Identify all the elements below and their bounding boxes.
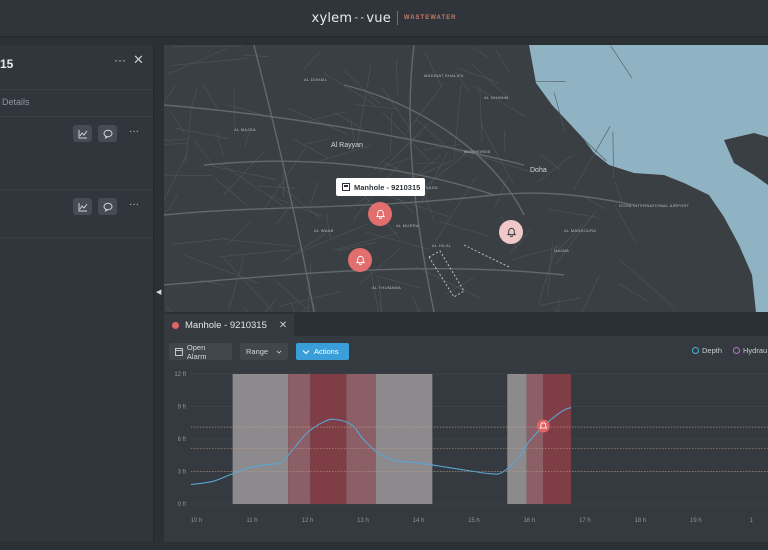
asset-detail-panel: 15 ··· ✕ Details ··· ··· [0, 45, 154, 542]
map-label: AL MANSOURA [564, 228, 597, 233]
header-gap [0, 37, 768, 45]
tab-manhole[interactable]: Manhole - 9210315 ✕ [164, 314, 294, 336]
panel-tabs: Details [0, 90, 153, 117]
alarm-band [346, 374, 376, 504]
y-tick-label: 6 ft [178, 437, 187, 443]
top-bar: xylem⌃⌃vue WASTEWATER [0, 0, 768, 37]
map-label: AL DUHAIL [304, 77, 328, 82]
tooltip-label: Manhole - 9210315 [354, 182, 421, 192]
ellipsis-icon[interactable]: ··· [129, 199, 139, 210]
map-tooltip: Manhole - 9210315 [336, 178, 425, 196]
x-tick-label: 12 h [302, 518, 314, 524]
ellipsis-icon[interactable]: ··· [129, 126, 139, 137]
chart-button[interactable] [73, 198, 92, 215]
map-label: MADINAT KHALIFA [424, 73, 464, 78]
tab-details[interactable]: Details [2, 97, 30, 107]
alarm-band [543, 374, 572, 504]
alarm-band [526, 374, 544, 504]
alarm-pin[interactable] [368, 202, 392, 226]
y-tick-label: 9 ft [178, 405, 187, 411]
brand-name: xylem⌃⌃vue [311, 10, 391, 26]
map-label: Al Rayyan [331, 142, 363, 149]
x-tick-label: 15 h [468, 518, 480, 524]
alarm-band [375, 374, 433, 504]
chart-panel: Open Alarm Range Actions Depth Hydrau 0 … [164, 336, 768, 542]
alarm-pin[interactable] [499, 220, 523, 244]
chart-button[interactable] [73, 125, 92, 142]
map-base-layer [164, 45, 768, 312]
x-tick-label: 16 h [524, 518, 536, 524]
x-tick-label: 10 h [191, 518, 203, 524]
sea-area [529, 45, 768, 312]
brand-mark-icon: ⌃⌃ [353, 15, 366, 24]
x-tick-label: 17 h [579, 518, 591, 524]
collapse-left-icon[interactable]: ◀ [156, 288, 161, 296]
alarm-band [288, 374, 311, 504]
comment-icon [103, 129, 112, 139]
bell-icon [355, 255, 365, 265]
map-label: Doha [530, 167, 547, 174]
sensor-card: ··· [0, 117, 153, 190]
map-view[interactable]: Al Rayyan Doha AL MAJDA AL SADD AL HILAL MUSH… [164, 45, 768, 312]
map-label: MUSHEIREB [464, 149, 491, 154]
x-tick-label: 14 h [413, 518, 425, 524]
alarm-band [232, 374, 289, 504]
alarm-band [310, 374, 347, 504]
island [542, 125, 566, 153]
sensor-card: ··· [0, 190, 153, 238]
x-tick-label: 13 h [357, 518, 369, 524]
y-tick-label: 12 ft [174, 372, 186, 378]
brand-divider [396, 11, 398, 25]
map-label: AL MAJDA [234, 127, 256, 132]
bell-icon [506, 227, 516, 237]
x-tick-label: 19 h [690, 518, 702, 524]
bell-icon [375, 209, 385, 219]
footer-strip [0, 542, 768, 550]
comment-icon [103, 202, 112, 212]
manhole-icon [342, 183, 350, 191]
alarm-pin[interactable] [348, 248, 372, 272]
alarm-marker-circle [536, 419, 550, 433]
panel-header: 15 ··· ✕ [0, 45, 153, 90]
status-dot [172, 321, 179, 329]
y-tick-label: 0 ft [178, 502, 187, 508]
line-chart-icon [78, 202, 87, 211]
map-label: AL WAAB [314, 228, 334, 233]
map-label: AL HILAL [432, 243, 452, 248]
depth-chart[interactable]: 0 ft 3 ft 6 ft 9 ft 12 ft 10 h 11 h 12 h 13 h 14 … [164, 336, 768, 542]
map-label: AL THUMAMA [372, 285, 402, 290]
x-tick-label: 11 h [246, 518, 257, 524]
close-icon[interactable]: ✕ [279, 320, 287, 331]
ellipsis-icon[interactable]: ··· [114, 53, 126, 67]
x-tick-label: 18 h [635, 518, 647, 524]
map-label: AL MURRA [396, 223, 419, 228]
tab-label: Manhole - 9210315 [185, 319, 267, 331]
bell-icon [536, 419, 550, 433]
alarm-band [507, 374, 527, 504]
panel-title: 15 [0, 57, 14, 71]
comment-button[interactable] [98, 198, 117, 215]
y-tick-label: 3 ft [178, 470, 187, 476]
brand-logo: xylem⌃⌃vue WASTEWATER [312, 11, 457, 26]
x-tick-label: 1 [750, 518, 754, 524]
district-boundary [428, 244, 510, 298]
asset-tab-bar: Manhole - 9210315 ✕ [164, 312, 768, 336]
comment-button[interactable] [98, 125, 117, 142]
map-label: DOHA INTERNATIONAL AIRPORT [619, 203, 690, 208]
map-label: AL GHANIM [484, 95, 509, 100]
line-chart-icon [78, 129, 87, 138]
brand-product: WASTEWATER [403, 15, 457, 21]
close-icon[interactable]: ✕ [133, 52, 144, 68]
map-label: NAJMA [554, 248, 570, 253]
